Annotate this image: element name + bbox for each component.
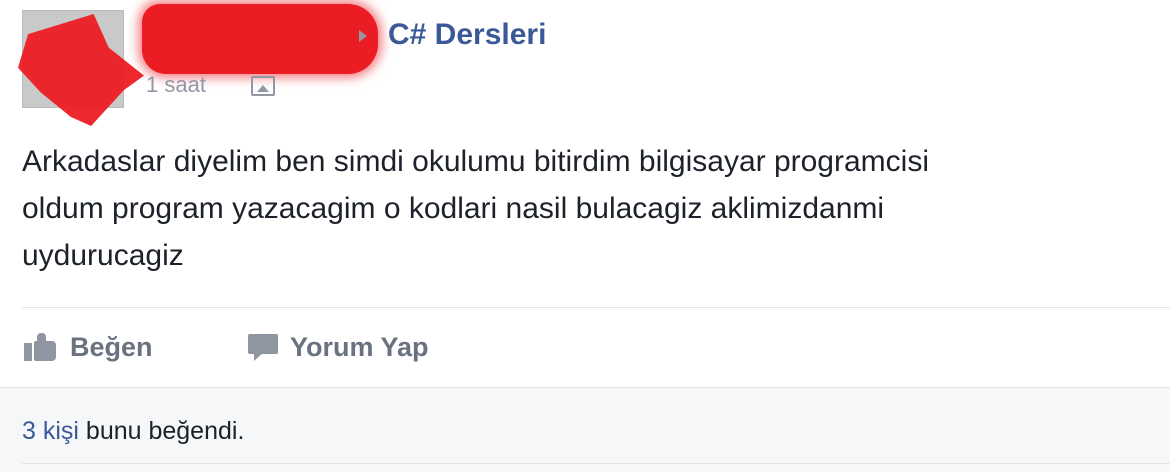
likes-summary: 3 kişi bunu beğendi. bbox=[0, 387, 1170, 472]
like-button[interactable]: Beğen bbox=[24, 328, 153, 366]
likes-suffix: bunu beğendi. bbox=[78, 417, 245, 445]
comment-bubble-icon bbox=[248, 334, 278, 361]
divider bbox=[22, 463, 1170, 464]
post-text: Arkadaslar diyelim ben simdi okulumu bit… bbox=[22, 145, 929, 272]
comment-button[interactable]: Yorum Yap bbox=[248, 328, 429, 366]
photo-icon bbox=[251, 76, 275, 96]
likers-link[interactable]: 3 kişi bbox=[22, 417, 79, 445]
like-label: Beğen bbox=[70, 331, 153, 362]
facebook-post: C# Dersleri 1 saat Arkadaslar diyelim be… bbox=[0, 0, 1170, 472]
comment-label: Yorum Yap bbox=[290, 331, 429, 362]
group-name-link[interactable]: C# Dersleri bbox=[388, 18, 546, 52]
thumbs-up-icon bbox=[24, 333, 58, 361]
redaction-mark-author-name bbox=[142, 4, 378, 74]
likes-text: 3 kişi bunu beğendi. bbox=[22, 417, 244, 446]
post-timestamp[interactable]: 1 saat bbox=[146, 72, 206, 98]
right-triangle-icon bbox=[359, 30, 367, 42]
divider bbox=[22, 307, 1170, 308]
